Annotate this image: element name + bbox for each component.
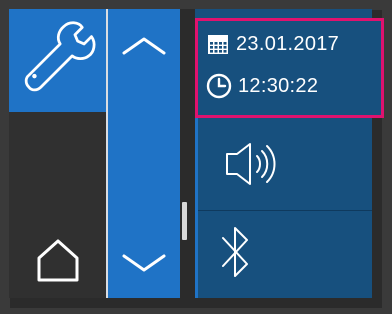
home-icon (37, 239, 79, 282)
date-row: 23.01.2017 (206, 29, 339, 59)
scrollbar-thumb[interactable] (182, 202, 187, 240)
scroll-down-button[interactable] (108, 238, 180, 298)
wrench-icon (24, 21, 96, 92)
speaker-icon (226, 143, 276, 185)
bluetooth-button[interactable] (195, 212, 372, 298)
chevron-up-icon (122, 37, 166, 55)
selection-edge (195, 118, 198, 298)
scroll-panel (108, 9, 180, 298)
settings-button[interactable] (9, 9, 107, 112)
chevron-down-icon (122, 254, 166, 272)
home-button[interactable] (9, 112, 107, 298)
scroll-up-button[interactable] (108, 9, 180, 69)
tile-separator (195, 210, 372, 211)
datetime-display[interactable]: 23.01.2017 12:30:22 (195, 18, 384, 118)
sound-button[interactable] (195, 118, 372, 210)
time-row: 12:30:22 (206, 71, 318, 101)
calendar-icon (208, 35, 228, 54)
scroll-gap (180, 9, 195, 298)
clock-icon (206, 73, 232, 99)
date-text: 23.01.2017 (236, 32, 340, 55)
time-text: 12:30:22 (238, 74, 319, 97)
bluetooth-icon (222, 227, 248, 277)
